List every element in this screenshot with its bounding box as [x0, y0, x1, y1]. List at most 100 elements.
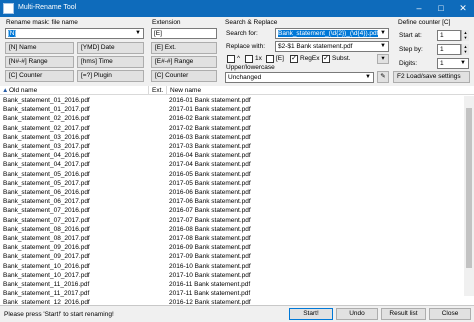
step-by-label: Step by:: [399, 46, 423, 53]
chevron-down-icon[interactable]: ▼: [135, 29, 141, 38]
old-name-cell: Bank_statement_10_2016.pdf: [3, 262, 90, 270]
close-window-button[interactable]: ✕: [452, 0, 474, 17]
column-ext[interactable]: Ext.: [152, 87, 163, 94]
table-row[interactable]: Bank_statement_07_2016.pdf 2016-07 Bank s…: [0, 206, 474, 215]
load-save-settings-button[interactable]: F2 Load/save settings: [393, 71, 470, 83]
option-label-1: ^: [237, 55, 241, 62]
search-for-input[interactable]: Bank_statement_(\d{2})_(\d{4}).pdf ▼: [275, 28, 389, 39]
name-range-button[interactable]: [N#-#] Range: [5, 56, 74, 68]
name-counter-button[interactable]: [C] Counter: [5, 70, 74, 82]
sort-icon: ▲: [2, 87, 9, 94]
step-by-input[interactable]: 1: [437, 44, 461, 55]
table-row[interactable]: Bank_statement_11_2017.pdf 2017-11 Bank s…: [0, 289, 474, 298]
mask-input[interactable]: [N] ▼: [5, 28, 144, 39]
status-message: Please press 'Start!' to start renaming!: [4, 311, 114, 318]
case-select[interactable]: Unchanged ▼: [225, 72, 374, 83]
title-bar: Multi-Rename Tool – □ ✕: [0, 0, 474, 17]
new-name-cell: 2016-07 Bank statement.pdf: [169, 207, 251, 215]
old-name-cell: Bank_statement_02_2017.pdf: [3, 124, 90, 132]
new-name-cell: 2017-11 Bank statement.pdf: [169, 290, 251, 298]
old-name-cell: Bank_statement_01_2016.pdf: [3, 97, 90, 104]
search-for-value: Bank_statement_(\d{2})_(\d{4}).pdf: [278, 30, 379, 37]
subst-checkbox[interactable]: ✓: [322, 55, 330, 63]
table-row[interactable]: Bank_statement_03_2017.pdf 2017-03 Bank s…: [0, 142, 474, 151]
table-row[interactable]: Bank_statement_05_2016.pdf 2016-05 Bank s…: [0, 170, 474, 179]
table-row[interactable]: Bank_statement_04_2017.pdf 2017-04 Bank s…: [0, 160, 474, 169]
table-row[interactable]: Bank_statement_09_2016.pdf 2016-09 Bank s…: [0, 243, 474, 252]
option-label-3: [E]: [276, 55, 284, 62]
start-button[interactable]: Start!: [289, 308, 333, 320]
search-for-label: Search for:: [226, 30, 258, 37]
column-old-name[interactable]: Old name: [9, 87, 37, 94]
status-bar: Please press 'Start!' to start renaming!…: [0, 305, 474, 322]
chevron-down-icon[interactable]: ▼: [380, 42, 386, 51]
table-row[interactable]: Bank_statement_02_2016.pdf 2016-02 Bank s…: [0, 114, 474, 123]
option-checkbox-2[interactable]: [245, 55, 253, 63]
digits-value: 1: [440, 60, 444, 67]
table-row[interactable]: Bank_statement_02_2017.pdf 2017-02 Bank s…: [0, 124, 474, 133]
table-row[interactable]: Bank_statement_10_2017.pdf 2017-10 Bank s…: [0, 271, 474, 280]
ext-counter-button[interactable]: [C] Counter: [151, 70, 217, 82]
ext-button[interactable]: [E] Ext.: [151, 42, 217, 54]
table-row[interactable]: Bank_statement_03_2016.pdf 2016-03 Bank s…: [0, 133, 474, 142]
regex-help-button[interactable]: ▾: [377, 54, 389, 64]
table-row[interactable]: Bank_statement_05_2017.pdf 2017-05 Bank s…: [0, 179, 474, 188]
old-name-cell: Bank_statement_09_2016.pdf: [3, 244, 90, 252]
counter-label: Define counter [C]: [398, 19, 451, 26]
time-button[interactable]: [hms] Time: [77, 56, 144, 68]
start-at-spinner[interactable]: ▲ ▼: [461, 30, 469, 41]
table-row[interactable]: Bank_statement_06_2016.pdf 2016-06 Bank s…: [0, 188, 474, 197]
case-value: Unchanged: [228, 74, 262, 81]
old-name-cell: Bank_statement_11_2016.pdf: [3, 281, 90, 288]
table-row[interactable]: Bank_statement_09_2017.pdf 2017-09 Bank s…: [0, 252, 474, 261]
scrollbar-thumb[interactable]: [466, 108, 472, 268]
start-at-input[interactable]: 1: [437, 30, 461, 41]
new-name-cell: 2016-11 Bank statement.pdf: [169, 281, 251, 288]
result-list-button[interactable]: Result list: [381, 308, 426, 320]
table-row[interactable]: Bank_statement_04_2016.pdf 2016-04 Bank s…: [0, 151, 474, 160]
regex-checkbox[interactable]: ✓: [290, 55, 298, 63]
table-row[interactable]: Bank_statement_08_2017.pdf 2017-08 Bank s…: [0, 234, 474, 243]
list-header: ▲ Old name Ext. New name: [0, 86, 474, 95]
extension-input[interactable]: [E]: [151, 28, 217, 39]
maximize-button[interactable]: □: [430, 0, 452, 17]
new-name-cell: 2017-06 Bank statement.pdf: [169, 198, 251, 206]
replace-with-input[interactable]: $2-$1 Bank statement.pdf ▼: [275, 41, 389, 52]
step-by-spinner[interactable]: ▲ ▼: [461, 44, 469, 55]
table-row[interactable]: Bank_statement_10_2016.pdf 2016-10 Bank s…: [0, 262, 474, 271]
undo-button[interactable]: Undo: [336, 308, 378, 320]
new-name-cell: 2016-08 Bank statement.pdf: [169, 225, 251, 233]
minimize-button[interactable]: –: [408, 0, 430, 17]
old-name-cell: Bank_statement_04_2017.pdf: [3, 161, 90, 169]
chevron-down-icon[interactable]: ▼: [365, 73, 371, 82]
column-divider[interactable]: [166, 86, 167, 95]
new-name-cell: 2017-01 Bank statement.pdf: [169, 106, 251, 114]
date-button[interactable]: [YMD] Date: [77, 42, 144, 54]
plugin-button[interactable]: [=?] Plugin: [77, 70, 144, 82]
old-name-cell: Bank_statement_06_2016.pdf: [3, 189, 90, 196]
ext-range-button[interactable]: [E#-#] Range: [151, 56, 217, 68]
table-row[interactable]: Bank_statement_06_2017.pdf 2017-06 Bank s…: [0, 197, 474, 206]
chevron-down-icon[interactable]: ▼: [380, 29, 386, 38]
option-checkbox-3[interactable]: [266, 55, 274, 63]
edit-icon[interactable]: ✎: [377, 71, 389, 83]
old-name-cell: Bank_statement_06_2017.pdf: [3, 198, 90, 206]
digits-label: Digits:: [399, 60, 418, 67]
close-button[interactable]: Close: [429, 308, 471, 320]
option-checkbox-1[interactable]: [227, 55, 235, 63]
replace-with-label: Replace with:: [226, 43, 266, 50]
table-row[interactable]: Bank_statement_07_2017.pdf 2017-07 Bank s…: [0, 216, 474, 225]
mask-value: [N]: [8, 30, 17, 37]
name-button[interactable]: [N] Name: [5, 42, 74, 54]
subst-label: Subst.: [332, 55, 351, 62]
column-divider[interactable]: [148, 86, 149, 95]
table-row[interactable]: Bank_statement_08_2016.pdf 2016-08 Bank s…: [0, 225, 474, 234]
column-new-name[interactable]: New name: [170, 87, 201, 94]
table-row[interactable]: Bank_statement_01_2016.pdf 2016-01 Bank s…: [0, 96, 474, 105]
digits-select[interactable]: 1 ▼: [437, 58, 469, 69]
table-row[interactable]: Bank_statement_11_2016.pdf 2016-11 Bank s…: [0, 280, 474, 289]
old-name-cell: Bank_statement_03_2017.pdf: [3, 143, 90, 150]
new-name-cell: 2017-02 Bank statement.pdf: [169, 124, 251, 132]
table-row[interactable]: Bank_statement_01_2017.pdf 2017-01 Bank s…: [0, 105, 474, 114]
chevron-down-icon[interactable]: ▼: [460, 59, 466, 68]
